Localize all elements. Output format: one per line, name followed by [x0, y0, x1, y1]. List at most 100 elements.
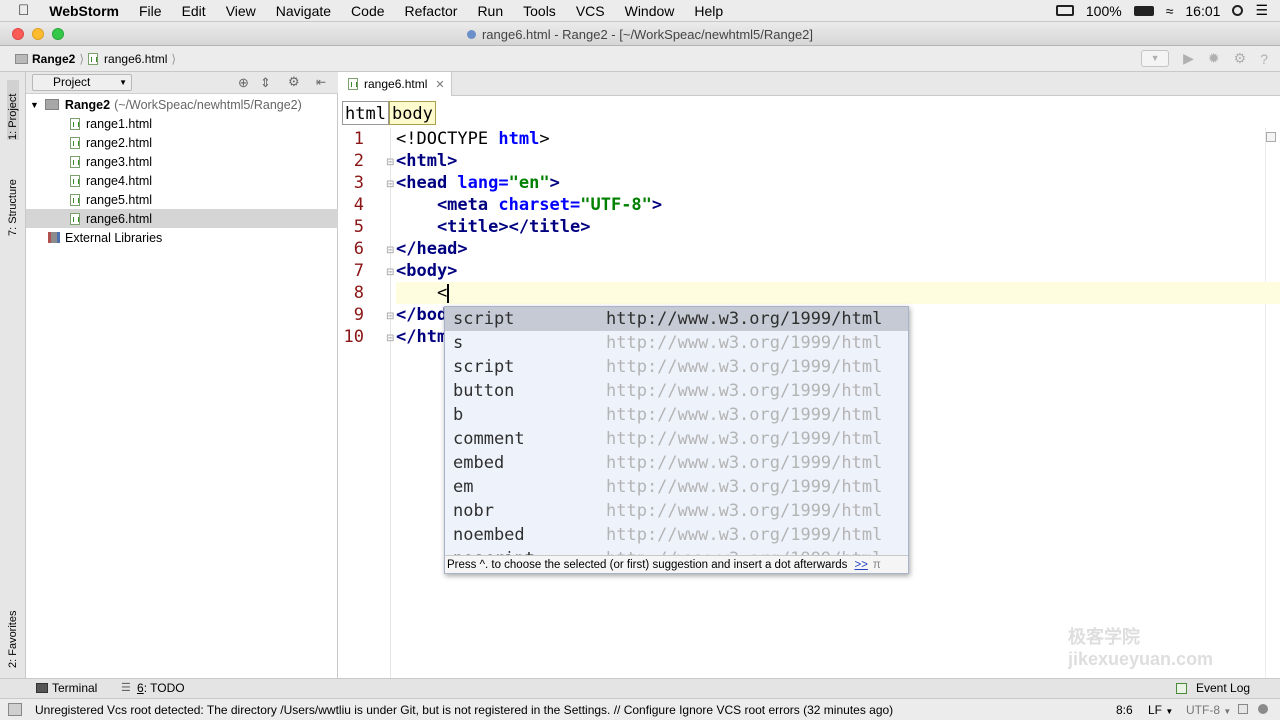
spotlight-search-icon[interactable]: [1232, 5, 1244, 16]
menu-view[interactable]: View: [216, 3, 266, 19]
menu-app-name[interactable]: WebStorm: [39, 3, 129, 19]
completion-namespace: http://www.w3.org/1999/html: [606, 429, 883, 449]
breadcrumb-html[interactable]: html: [342, 101, 389, 125]
fold-marker-icon[interactable]: ⊟: [386, 245, 394, 256]
tree-root[interactable]: ▼ Range2 (~/WorkSpeac/newhtml5/Range2): [26, 95, 338, 114]
favorites-tool-button[interactable]: 2: Favorites: [7, 596, 19, 668]
fold-marker-icon[interactable]: ⊟: [386, 267, 394, 278]
run-icon[interactable]: ▶: [1183, 50, 1194, 67]
code-token: <head: [396, 173, 458, 193]
line-separator[interactable]: LF ▼: [1148, 703, 1173, 717]
event-log-button[interactable]: Event Log: [1196, 681, 1250, 695]
notification-center-icon[interactable]: ☰: [1255, 2, 1268, 19]
code-line-1: <!DOCTYPE html>: [396, 128, 1280, 150]
nav-crumb-file[interactable]: range6.html: [104, 52, 167, 66]
menu-edit[interactable]: Edit: [172, 3, 216, 19]
completion-item[interactable]: noembed http://www.w3.org/1999/html: [445, 523, 908, 547]
tree-file-range1[interactable]: range1.html: [26, 114, 338, 133]
camera-icon[interactable]: [1055, 5, 1074, 16]
project-view-dropdown[interactable]: Project ▼: [32, 74, 132, 91]
toggle-tool-windows-icon[interactable]: [8, 703, 22, 716]
tree-external-libraries[interactable]: External Libraries: [26, 228, 338, 247]
fold-marker-icon[interactable]: ⊟: [386, 157, 394, 168]
html-file-icon: [70, 136, 80, 149]
fold-marker-icon[interactable]: ⊟: [386, 333, 394, 344]
tree-file-range3[interactable]: range3.html: [26, 152, 338, 171]
completion-name: b: [453, 405, 464, 425]
collapse-icon[interactable]: ⇕: [260, 75, 271, 91]
fold-marker-icon[interactable]: ⊟: [386, 311, 394, 322]
vcs-status-message[interactable]: Unregistered Vcs root detected: The dire…: [35, 703, 1115, 717]
menu-refactor[interactable]: Refactor: [395, 3, 468, 19]
terminal-button[interactable]: Terminal: [52, 681, 97, 695]
completion-item[interactable]: nobr http://www.w3.org/1999/html: [445, 499, 908, 523]
tree-file-range4[interactable]: range4.html: [26, 171, 338, 190]
completion-item-selected[interactable]: script http://www.w3.org/1999/html: [445, 307, 908, 331]
locate-icon[interactable]: ⊕: [238, 75, 249, 91]
fold-marker-icon[interactable]: ⊟: [386, 179, 394, 190]
breadcrumb-body[interactable]: body: [388, 101, 436, 125]
line-number: 1: [353, 129, 364, 149]
menu-vcs[interactable]: VCS: [566, 3, 615, 19]
todo-label: : TODO: [143, 681, 185, 695]
completion-item[interactable]: b http://www.w3.org/1999/html: [445, 403, 908, 427]
menu-code[interactable]: Code: [341, 3, 394, 19]
tool-window-bar: Terminal ☰ 6: TODO Event Log: [0, 678, 1280, 698]
debug-icon[interactable]: ✹: [1208, 50, 1220, 67]
completion-item[interactable]: em http://www.w3.org/1999/html: [445, 475, 908, 499]
code-token: html: [498, 129, 540, 149]
library-icon: [48, 232, 60, 243]
completion-item[interactable]: button http://www.w3.org/1999/html: [445, 379, 908, 403]
left-tool-strip: 1: Project 7: Structure 2: Favorites: [0, 72, 26, 678]
chevron-down-icon: ▼: [1165, 707, 1174, 716]
menu-help[interactable]: Help: [684, 3, 733, 19]
completion-item[interactable]: script http://www.w3.org/1999/html: [445, 355, 908, 379]
code-line-5: <title></title>: [396, 216, 1280, 238]
completion-item[interactable]: s http://www.w3.org/1999/html: [445, 331, 908, 355]
apple-icon[interactable]: : [0, 2, 39, 19]
menu-window[interactable]: Window: [615, 3, 685, 19]
completion-namespace: http://www.w3.org/1999/html: [606, 501, 883, 521]
code-token: >: [651, 195, 663, 215]
menu-tools[interactable]: Tools: [513, 3, 566, 19]
caret-position[interactable]: 8:6: [1116, 703, 1133, 717]
completion-namespace: http://www.w3.org/1999/html: [606, 381, 883, 401]
html-file-icon: [466, 29, 476, 39]
readonly-lock-icon[interactable]: [1238, 704, 1248, 714]
run-toolbar: ▼ ▶ ✹ ⚙ ?: [1141, 50, 1280, 67]
wifi-icon[interactable]: ≈: [1166, 3, 1174, 19]
code-line-6: </head>: [396, 238, 1280, 260]
run-config-dropdown[interactable]: ▼: [1141, 50, 1170, 67]
inspector-icon[interactable]: [1258, 704, 1268, 714]
tree-file-range5[interactable]: range5.html: [26, 190, 338, 209]
completion-item[interactable]: comment http://www.w3.org/1999/html: [445, 427, 908, 451]
file-encoding[interactable]: UTF-8 ▼: [1186, 703, 1231, 717]
hide-panel-icon[interactable]: ⇤: [316, 75, 326, 89]
project-panel: Project ▼ ⊕ ⇕ ⚙ ⇤ ▼ Range2 (~/WorkSpeac/…: [26, 72, 338, 678]
pi-icon[interactable]: π: [873, 559, 881, 571]
menu-navigate[interactable]: Navigate: [266, 3, 341, 19]
completion-item[interactable]: embed http://www.w3.org/1999/html: [445, 451, 908, 475]
window-titlebar: range6.html - Range2 - [~/WorkSpeac/newh…: [0, 22, 1280, 46]
settings-gear-icon[interactable]: ⚙: [288, 74, 300, 90]
coverage-icon[interactable]: ⚙: [1234, 50, 1247, 67]
menu-file[interactable]: File: [129, 3, 172, 19]
close-tab-icon[interactable]: ✕: [435, 78, 444, 91]
completion-name: s: [453, 333, 464, 353]
chevron-down-icon: ▼: [119, 78, 127, 87]
completion-hint-link[interactable]: >>: [854, 559, 867, 571]
html-file-icon: [70, 174, 80, 187]
menu-run[interactable]: Run: [467, 3, 513, 19]
help-icon[interactable]: ?: [1260, 51, 1268, 67]
battery-icon[interactable]: [1133, 5, 1154, 16]
tree-file-range2[interactable]: range2.html: [26, 133, 338, 152]
nav-crumb-project[interactable]: Range2: [32, 52, 75, 66]
tree-file-range6[interactable]: range6.html: [26, 209, 338, 228]
structure-tool-button[interactable]: 7: Structure: [7, 156, 19, 236]
editor-tab-bar: range6.html ✕: [338, 72, 1280, 96]
editor-tab-range6[interactable]: range6.html ✕: [338, 72, 452, 96]
todo-button[interactable]: 6: TODO: [137, 681, 185, 695]
expand-arrow-icon[interactable]: ▼: [30, 100, 39, 110]
project-tool-button[interactable]: 1: Project: [7, 80, 19, 140]
clock[interactable]: 16:01: [1185, 3, 1220, 19]
